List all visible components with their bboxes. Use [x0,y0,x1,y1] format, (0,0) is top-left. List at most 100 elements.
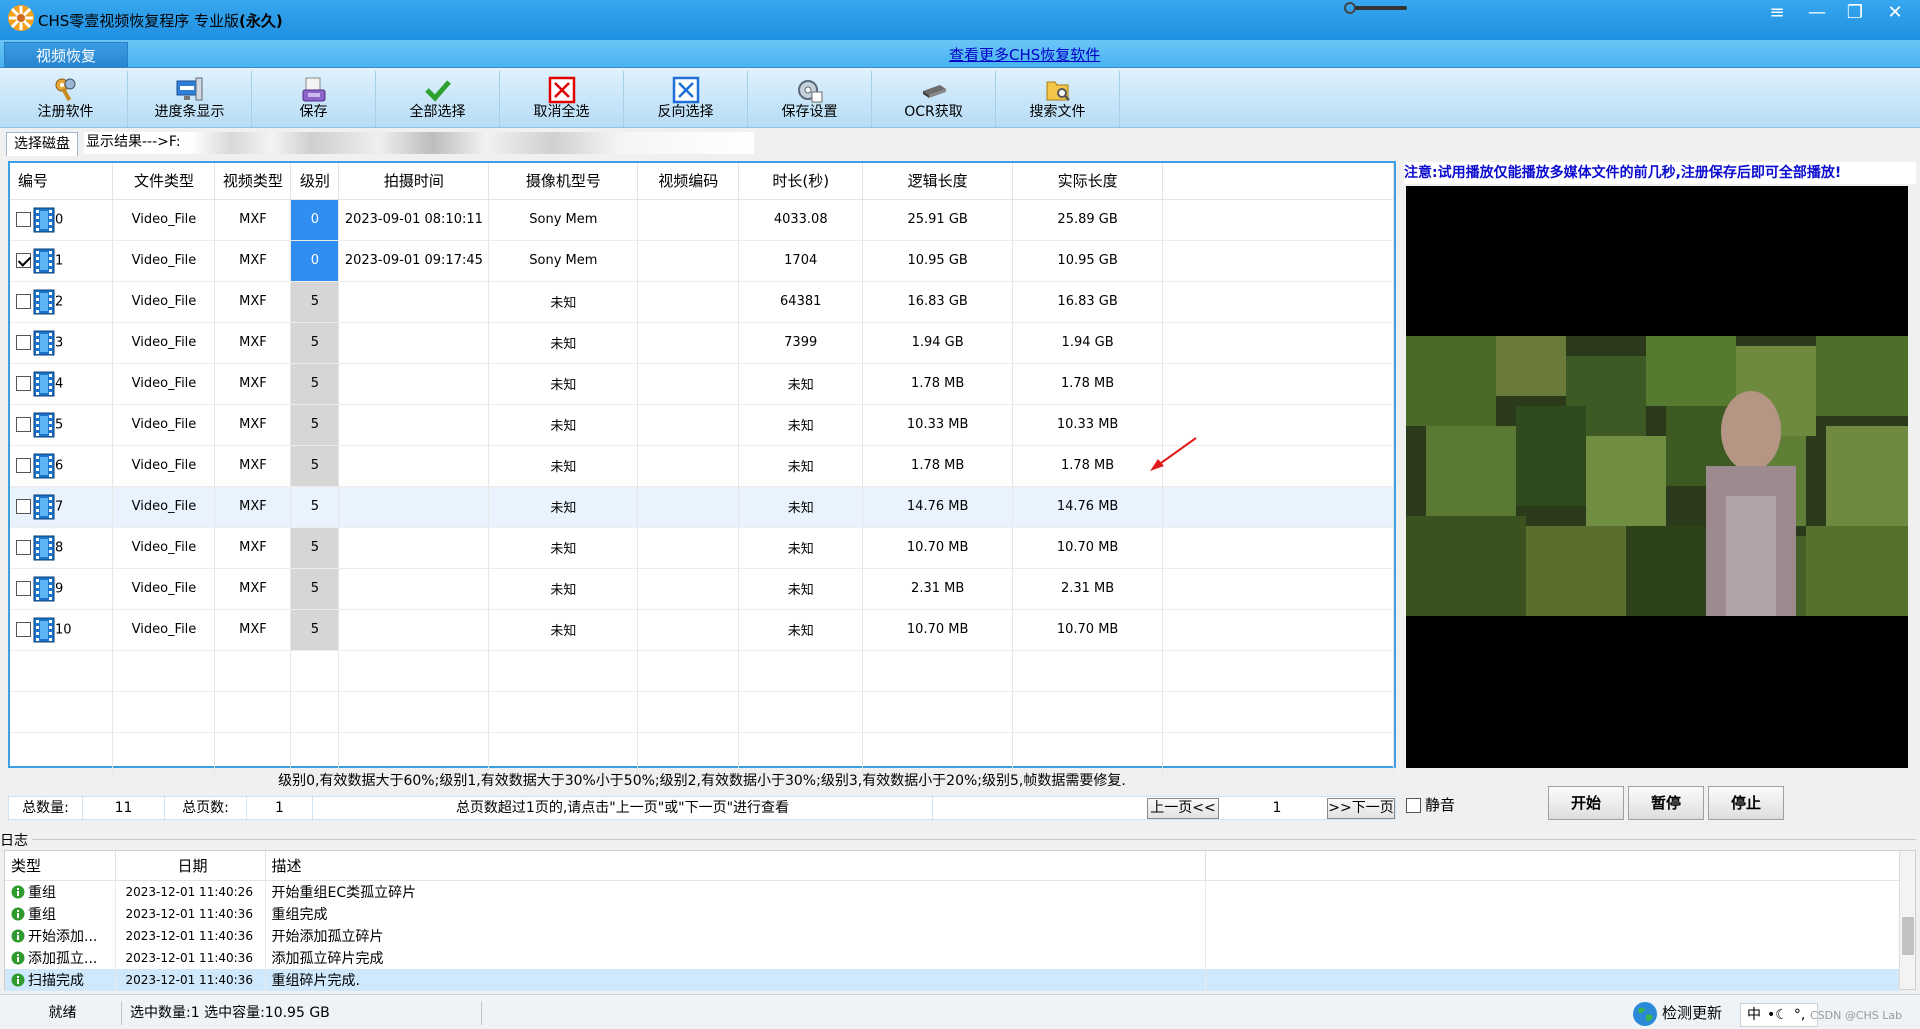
current-page[interactable]: 1 [1221,797,1333,819]
duration: 未知 [738,404,864,446]
row-checkbox[interactable] [16,540,31,555]
register-button[interactable]: 注册软件 [4,71,128,127]
video-type: MXF [214,199,292,241]
file-type: Video_File [112,199,216,241]
row-checkbox[interactable] [16,417,31,432]
duration: 64381 [738,281,864,323]
save-button[interactable]: 保存 [252,71,376,127]
more-software-link[interactable]: 查看更多CHS恢复软件 [949,44,1100,65]
log-desc: 重组完成 [265,902,1206,925]
empty-cell [1162,322,1394,364]
file-row[interactable]: 8 Video_File MXF 5 未知 未知 10.70 MB 10.70 … [10,527,1394,569]
video-type: MXF [214,445,292,487]
log-col-desc[interactable]: 描述 [265,851,1206,881]
empty-cell [1162,363,1394,405]
row-checkbox[interactable] [16,253,31,268]
shoot-time [338,568,490,610]
video-preview[interactable] [1406,186,1908,768]
col-camera[interactable]: 摄像机型号 [488,163,639,200]
minimize-button[interactable]: — [1798,0,1836,28]
empty-cell [338,691,490,733]
total-value: 11 [83,797,165,819]
file-row[interactable]: 4 Video_File MXF 5 未知 未知 1.78 MB 1.78 MB [10,363,1394,405]
row-checkbox[interactable] [16,622,31,637]
row-checkbox[interactable] [16,458,31,473]
log-scroll-thumb[interactable] [1902,917,1914,955]
id-cell: 3 [10,322,114,364]
col-video-type[interactable]: 视频类型 [214,163,292,200]
mute-toggle[interactable]: 静音 [1406,794,1455,815]
menu-button[interactable]: ≡ [1758,0,1796,28]
film-icon [33,576,55,601]
close-button[interactable]: ✕ [1876,0,1914,28]
file-row[interactable]: 7 Video_File MXF 5 未知 未知 14.76 MB 14.76 … [10,486,1394,528]
col-actual-size[interactable]: 实际长度 [1012,163,1164,200]
mute-checkbox[interactable] [1406,798,1421,813]
tab-video-recovery[interactable]: 视频恢复 [4,42,128,68]
save-settings-button[interactable]: 保存设置 [748,71,872,127]
empty-cell [738,691,864,733]
log-row[interactable]: 重组 2023-12-01 11:40:36 重组完成 [5,902,1900,925]
log-row[interactable]: 扫描完成 2023-12-01 11:40:36 重组碎片完成. [5,968,1900,991]
col-logical-size[interactable]: 逻辑长度 [862,163,1014,200]
log-scrollbar[interactable] [1899,851,1915,989]
row-checkbox[interactable] [16,212,31,227]
empty-cell [738,650,864,692]
col-shoot-time[interactable]: 拍摄时间 [338,163,490,200]
search-files-button[interactable]: 搜索文件 [996,71,1120,127]
row-checkbox[interactable] [16,581,31,596]
log-row[interactable]: 开始添加... 2023-12-01 11:40:36 开始添加孤立碎片 [5,924,1900,947]
log-date: 2023-12-01 11:40:36 [115,946,266,969]
file-row[interactable]: 0 Video_File MXF 0 2023-09-01 08:10:11 S… [10,199,1394,241]
file-row[interactable]: 2 Video_File MXF 5 未知 64381 16.83 GB 16.… [10,281,1394,323]
toolbar: 注册软件 进度条显示 保存 全部选择 取消全选 反向选择 保存设置 OCR获取 … [0,69,1920,128]
file-id: 7 [55,499,64,514]
file-row[interactable]: 1 Video_File MXF 0 2023-09-01 09:17:45 S… [10,240,1394,282]
film-icon [33,330,55,355]
video-codec [637,486,740,528]
log-row[interactable]: 添加孤立... 2023-12-01 11:40:36 添加孤立碎片完成 [5,946,1900,969]
col-duration[interactable]: 时长(秒) [738,163,864,200]
logical-size: 10.33 MB [862,404,1014,446]
deselect-all-button[interactable]: 取消全选 [500,71,624,127]
check-update-button[interactable]: 检测更新 [1632,998,1722,1028]
video-codec [637,322,740,364]
prev-page-button[interactable]: 上一页<< [1147,798,1219,819]
empty-cell [10,650,114,692]
file-row[interactable]: 9 Video_File MXF 5 未知 未知 2.31 MB 2.31 MB [10,568,1394,610]
camera-model: 未知 [488,609,639,651]
log-col-date[interactable]: 日期 [115,851,266,881]
row-checkbox[interactable] [16,499,31,514]
video-codec [637,404,740,446]
pause-button[interactable]: 暂停 [1628,786,1704,820]
actual-size: 14.76 MB [1012,486,1164,528]
maximize-button[interactable]: ❐ [1836,0,1874,28]
file-row[interactable]: 10 Video_File MXF 5 未知 未知 10.70 MB 10.70… [10,609,1394,651]
blue-x-icon [672,76,699,104]
row-checkbox[interactable] [16,294,31,309]
duration: 未知 [738,363,864,405]
next-page-button[interactable]: >>下一页 [1327,798,1395,819]
col-level[interactable]: 级别 [290,163,340,200]
log-row[interactable]: 重组 2023-12-01 11:40:26 开始重组EC类孤立碎片 [5,880,1900,903]
level: 0 [290,240,340,282]
file-row[interactable]: 3 Video_File MXF 5 未知 7399 1.94 GB 1.94 … [10,322,1394,364]
ime-indicator[interactable]: 中 •☾ °, [1740,1003,1819,1027]
invert-selection-button[interactable]: 反向选择 [624,71,748,127]
select-all-button[interactable]: 全部选择 [376,71,500,127]
select-disk-tab[interactable]: 选择磁盘 [6,132,78,156]
col-id[interactable]: 编号 [10,163,114,200]
ocr-button[interactable]: OCR获取 [872,71,996,127]
progress-display-button[interactable]: 进度条显示 [128,71,252,127]
row-checkbox[interactable] [16,376,31,391]
logical-size: 1.94 GB [862,322,1014,364]
stop-button[interactable]: 停止 [1708,786,1784,820]
row-checkbox[interactable] [16,335,31,350]
col-codec[interactable]: 视频编码 [637,163,740,200]
play-start-button[interactable]: 开始 [1548,786,1624,820]
empty-cell [112,650,216,692]
col-file-type[interactable]: 文件类型 [112,163,216,200]
empty-cell [338,732,490,774]
log-col-type[interactable]: 类型 [5,851,116,881]
pages-value: 1 [247,797,313,819]
